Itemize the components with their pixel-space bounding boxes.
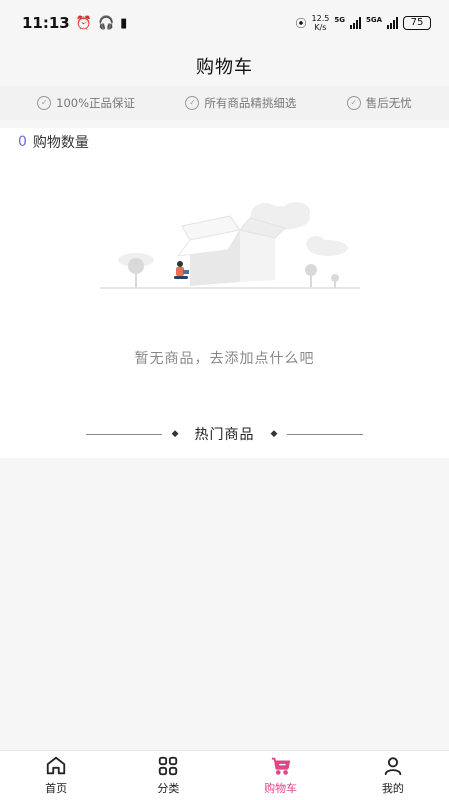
tab-label: 首页 (45, 782, 68, 795)
divider-line (85, 433, 162, 435)
clock: 11:13 (22, 14, 70, 32)
network-type-1: 5G (334, 16, 345, 24)
service-promise-bar: ✓ 100%正品保证 ✓ 所有商品精挑细选 ✓ 售后无忧 (0, 86, 449, 120)
tab-profile[interactable]: 我的 (337, 751, 449, 800)
tab-home[interactable]: 首页 (0, 751, 112, 800)
headphones-icon: 🎧 (97, 15, 115, 31)
check-circle-icon: ✓ (37, 96, 52, 110)
battery-saver-icon: ▮ (120, 15, 128, 31)
status-right: ⦿ 12.5 K/s 5G 5GA 75 (296, 14, 431, 32)
status-left: 11:13 ⏰ 🎧 ▮ (22, 14, 127, 32)
check-circle-icon: ✓ (185, 96, 200, 110)
cart-icon (271, 757, 290, 775)
promise-label: 所有商品精挑细选 (204, 96, 297, 110)
page-title: 购物车 (196, 57, 253, 78)
promise-item: ✓ 售后无忧 (346, 95, 412, 111)
vibrate-icon: ⦿ (295, 17, 307, 30)
cart-count: 0 (18, 134, 27, 150)
alarm-icon: ⏰ (75, 15, 92, 31)
check-circle-icon: ✓ (346, 96, 361, 110)
empty-cart-message: 暂无商品，去添加点什么吧 (134, 351, 315, 367)
network-speed: 12.5 K/s (312, 14, 330, 32)
promise-label: 100%正品保证 (56, 96, 136, 110)
tab-label: 购物车 (264, 782, 298, 795)
grid-icon (159, 756, 178, 776)
tab-category[interactable]: 分类 (112, 751, 224, 800)
cart-panel: 0 购物数量 暂无商品，去添加点什么吧 ◆ 热门商品 ◆ (0, 128, 449, 458)
user-icon (384, 757, 402, 776)
empty-cart-illustration (100, 202, 360, 289)
divider-line (287, 433, 364, 435)
status-bar: 11:13 ⏰ 🎧 ▮ ⦿ 12.5 K/s 5G 5GA 75 (0, 0, 449, 46)
speed-unit: K/s (314, 23, 327, 32)
signal-icon (349, 17, 361, 29)
signal-icon-2 (387, 17, 398, 29)
tab-label: 分类 (157, 782, 180, 795)
promise-label: 售后无忧 (365, 96, 412, 110)
hot-products-title: 热门商品 (194, 427, 255, 443)
home-icon (46, 756, 66, 775)
promise-item: ✓ 所有商品精挑细选 (185, 95, 296, 111)
cart-count-row: 0 购物数量 (18, 132, 89, 152)
promise-item: ✓ 100%正品保证 (37, 95, 135, 111)
cart-count-label: 购物数量 (32, 135, 89, 151)
speed-value: 12.5 (311, 14, 330, 23)
bottom-tab-bar: 首页 分类 购物车 我的 (0, 750, 449, 800)
hot-products-divider: ◆ 热门商品 ◆ (0, 424, 449, 444)
tab-cart[interactable]: 购物车 (225, 751, 337, 800)
diamond-icon: ◆ (270, 429, 278, 439)
tab-label: 我的 (381, 782, 404, 795)
network-type-2: 5GA (365, 16, 382, 24)
diamond-icon: ◆ (171, 429, 179, 439)
header: 购物车 (0, 46, 449, 86)
battery-icon: 75 (403, 16, 431, 30)
